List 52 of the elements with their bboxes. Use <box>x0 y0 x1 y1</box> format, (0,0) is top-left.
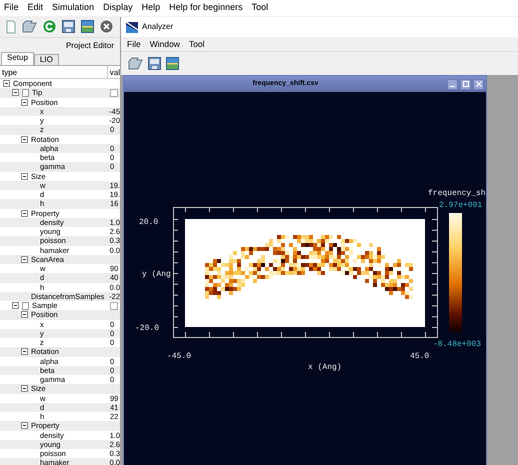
collapse-icon[interactable] <box>21 385 28 392</box>
collapse-icon[interactable] <box>12 89 19 96</box>
collapse-icon[interactable] <box>21 210 28 217</box>
colorbar-max-label: 2.97e+001 <box>439 201 482 210</box>
menu-item[interactable]: Tool <box>252 1 268 15</box>
collapse-icon[interactable] <box>21 348 28 356</box>
menu-item[interactable]: File <box>4 1 19 15</box>
menu-item[interactable]: Help <box>142 1 160 15</box>
open-folder-icon[interactable] <box>128 57 143 70</box>
menu-item[interactable]: Help for beginners <box>169 1 243 15</box>
app-logo-icon <box>126 22 138 32</box>
tab[interactable]: LIO <box>34 54 59 65</box>
refresh-icon[interactable] <box>43 20 56 33</box>
collapse-icon[interactable] <box>21 256 28 263</box>
menu-item[interactable]: Display <box>103 1 133 15</box>
document-icon <box>22 88 29 97</box>
collapse-icon[interactable] <box>21 172 28 180</box>
menu-item[interactable]: Simulation <box>52 1 94 15</box>
x-axis-label: x (Ang) <box>308 363 342 372</box>
collapse-icon[interactable] <box>21 311 28 318</box>
collapse-icon[interactable] <box>21 98 28 106</box>
menu-item[interactable]: Tool <box>188 38 205 50</box>
panel-title: Project Editor <box>66 40 114 52</box>
open-folder-icon[interactable] <box>22 20 37 33</box>
x-tick-label: -45.0 <box>167 352 192 361</box>
document-icon <box>22 302 29 310</box>
close-icon <box>476 81 482 87</box>
collapse-icon[interactable] <box>3 80 10 88</box>
image-icon[interactable] <box>81 20 94 33</box>
menu-item[interactable]: Edit <box>28 1 44 15</box>
window-title: Analyzer <box>142 21 174 33</box>
collapse-icon[interactable] <box>12 302 19 310</box>
menu-item[interactable]: File <box>127 38 141 50</box>
column-header: type <box>1 68 18 77</box>
column-header: val <box>108 68 120 77</box>
image-icon[interactable] <box>166 57 179 70</box>
close-button[interactable] <box>473 78 484 90</box>
menu-item[interactable]: Window <box>150 38 180 50</box>
y-tick-label: -20.0 <box>135 324 160 333</box>
y-tick-label: 20.0 <box>139 218 158 227</box>
colorbar-title: frequency_sh <box>428 189 486 198</box>
minimize-icon <box>450 86 455 88</box>
collapse-icon[interactable] <box>21 136 28 143</box>
maximize-button[interactable] <box>460 78 471 90</box>
minimize-button[interactable] <box>447 78 458 90</box>
maximize-icon <box>462 81 468 87</box>
x-tick-label: 45.0 <box>410 352 430 361</box>
colorbar-min-label: -8.48e+003 <box>433 340 482 349</box>
tab[interactable]: Setup <box>1 52 34 65</box>
close-icon[interactable] <box>100 20 113 33</box>
collapse-icon[interactable] <box>21 422 28 430</box>
y-axis-label: y (Ang <box>142 270 171 279</box>
